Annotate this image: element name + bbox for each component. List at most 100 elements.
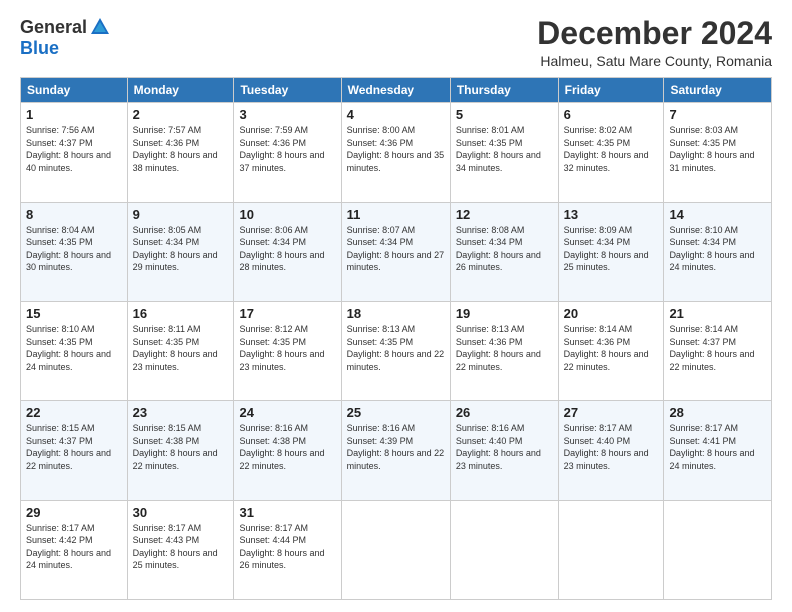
table-row: 21 Sunrise: 8:14 AM Sunset: 4:37 PM Dayl… xyxy=(664,301,772,400)
day-number: 15 xyxy=(26,306,122,321)
day-info: Sunrise: 8:17 AM Sunset: 4:42 PM Dayligh… xyxy=(26,522,122,572)
day-number: 7 xyxy=(669,107,766,122)
table-row: 4 Sunrise: 8:00 AM Sunset: 4:36 PM Dayli… xyxy=(341,103,450,202)
day-number: 18 xyxy=(347,306,445,321)
day-info: Sunrise: 8:07 AM Sunset: 4:34 PM Dayligh… xyxy=(347,224,445,274)
table-row: 8 Sunrise: 8:04 AM Sunset: 4:35 PM Dayli… xyxy=(21,202,128,301)
col-thursday: Thursday xyxy=(450,78,558,103)
logo: General Blue xyxy=(20,16,111,59)
calendar-week-row: 22 Sunrise: 8:15 AM Sunset: 4:37 PM Dayl… xyxy=(21,401,772,500)
day-info: Sunrise: 8:02 AM Sunset: 4:35 PM Dayligh… xyxy=(564,124,659,174)
logo-blue-text: Blue xyxy=(20,38,59,58)
day-number: 21 xyxy=(669,306,766,321)
table-row xyxy=(558,500,664,599)
table-row: 18 Sunrise: 8:13 AM Sunset: 4:35 PM Dayl… xyxy=(341,301,450,400)
day-info: Sunrise: 8:01 AM Sunset: 4:35 PM Dayligh… xyxy=(456,124,553,174)
col-tuesday: Tuesday xyxy=(234,78,341,103)
col-monday: Monday xyxy=(127,78,234,103)
day-info: Sunrise: 8:17 AM Sunset: 4:40 PM Dayligh… xyxy=(564,422,659,472)
day-info: Sunrise: 7:57 AM Sunset: 4:36 PM Dayligh… xyxy=(133,124,229,174)
day-info: Sunrise: 8:15 AM Sunset: 4:38 PM Dayligh… xyxy=(133,422,229,472)
day-number: 9 xyxy=(133,207,229,222)
table-row: 10 Sunrise: 8:06 AM Sunset: 4:34 PM Dayl… xyxy=(234,202,341,301)
table-row: 29 Sunrise: 8:17 AM Sunset: 4:42 PM Dayl… xyxy=(21,500,128,599)
day-info: Sunrise: 8:00 AM Sunset: 4:36 PM Dayligh… xyxy=(347,124,445,174)
calendar-table: Sunday Monday Tuesday Wednesday Thursday… xyxy=(20,77,772,600)
table-row: 3 Sunrise: 7:59 AM Sunset: 4:36 PM Dayli… xyxy=(234,103,341,202)
day-number: 27 xyxy=(564,405,659,420)
day-info: Sunrise: 8:10 AM Sunset: 4:35 PM Dayligh… xyxy=(26,323,122,373)
day-number: 16 xyxy=(133,306,229,321)
day-info: Sunrise: 8:08 AM Sunset: 4:34 PM Dayligh… xyxy=(456,224,553,274)
calendar-header-row: Sunday Monday Tuesday Wednesday Thursday… xyxy=(21,78,772,103)
day-info: Sunrise: 8:14 AM Sunset: 4:36 PM Dayligh… xyxy=(564,323,659,373)
day-info: Sunrise: 8:16 AM Sunset: 4:40 PM Dayligh… xyxy=(456,422,553,472)
day-info: Sunrise: 7:56 AM Sunset: 4:37 PM Dayligh… xyxy=(26,124,122,174)
day-info: Sunrise: 8:09 AM Sunset: 4:34 PM Dayligh… xyxy=(564,224,659,274)
day-number: 12 xyxy=(456,207,553,222)
day-info: Sunrise: 8:13 AM Sunset: 4:35 PM Dayligh… xyxy=(347,323,445,373)
day-number: 25 xyxy=(347,405,445,420)
table-row: 15 Sunrise: 8:10 AM Sunset: 4:35 PM Dayl… xyxy=(21,301,128,400)
day-info: Sunrise: 8:05 AM Sunset: 4:34 PM Dayligh… xyxy=(133,224,229,274)
table-row: 27 Sunrise: 8:17 AM Sunset: 4:40 PM Dayl… xyxy=(558,401,664,500)
table-row: 24 Sunrise: 8:16 AM Sunset: 4:38 PM Dayl… xyxy=(234,401,341,500)
day-number: 14 xyxy=(669,207,766,222)
day-number: 28 xyxy=(669,405,766,420)
day-number: 8 xyxy=(26,207,122,222)
table-row: 2 Sunrise: 7:57 AM Sunset: 4:36 PM Dayli… xyxy=(127,103,234,202)
day-number: 1 xyxy=(26,107,122,122)
day-number: 6 xyxy=(564,107,659,122)
table-row: 16 Sunrise: 8:11 AM Sunset: 4:35 PM Dayl… xyxy=(127,301,234,400)
day-number: 24 xyxy=(239,405,335,420)
table-row: 9 Sunrise: 8:05 AM Sunset: 4:34 PM Dayli… xyxy=(127,202,234,301)
day-info: Sunrise: 8:11 AM Sunset: 4:35 PM Dayligh… xyxy=(133,323,229,373)
day-number: 22 xyxy=(26,405,122,420)
logo-icon xyxy=(89,16,111,38)
location-title: Halmeu, Satu Mare County, Romania xyxy=(537,53,772,69)
table-row: 17 Sunrise: 8:12 AM Sunset: 4:35 PM Dayl… xyxy=(234,301,341,400)
table-row: 23 Sunrise: 8:15 AM Sunset: 4:38 PM Dayl… xyxy=(127,401,234,500)
col-sunday: Sunday xyxy=(21,78,128,103)
calendar-week-row: 15 Sunrise: 8:10 AM Sunset: 4:35 PM Dayl… xyxy=(21,301,772,400)
day-info: Sunrise: 8:12 AM Sunset: 4:35 PM Dayligh… xyxy=(239,323,335,373)
calendar-week-row: 1 Sunrise: 7:56 AM Sunset: 4:37 PM Dayli… xyxy=(21,103,772,202)
table-row: 31 Sunrise: 8:17 AM Sunset: 4:44 PM Dayl… xyxy=(234,500,341,599)
day-number: 19 xyxy=(456,306,553,321)
day-number: 5 xyxy=(456,107,553,122)
table-row: 26 Sunrise: 8:16 AM Sunset: 4:40 PM Dayl… xyxy=(450,401,558,500)
table-row: 19 Sunrise: 8:13 AM Sunset: 4:36 PM Dayl… xyxy=(450,301,558,400)
day-info: Sunrise: 8:13 AM Sunset: 4:36 PM Dayligh… xyxy=(456,323,553,373)
day-info: Sunrise: 7:59 AM Sunset: 4:36 PM Dayligh… xyxy=(239,124,335,174)
day-info: Sunrise: 8:17 AM Sunset: 4:41 PM Dayligh… xyxy=(669,422,766,472)
calendar-week-row: 8 Sunrise: 8:04 AM Sunset: 4:35 PM Dayli… xyxy=(21,202,772,301)
day-number: 2 xyxy=(133,107,229,122)
calendar-week-row: 29 Sunrise: 8:17 AM Sunset: 4:42 PM Dayl… xyxy=(21,500,772,599)
day-number: 10 xyxy=(239,207,335,222)
table-row: 28 Sunrise: 8:17 AM Sunset: 4:41 PM Dayl… xyxy=(664,401,772,500)
day-number: 29 xyxy=(26,505,122,520)
day-info: Sunrise: 8:16 AM Sunset: 4:39 PM Dayligh… xyxy=(347,422,445,472)
title-block: December 2024 Halmeu, Satu Mare County, … xyxy=(537,16,772,69)
day-info: Sunrise: 8:15 AM Sunset: 4:37 PM Dayligh… xyxy=(26,422,122,472)
day-info: Sunrise: 8:17 AM Sunset: 4:43 PM Dayligh… xyxy=(133,522,229,572)
day-number: 23 xyxy=(133,405,229,420)
table-row: 20 Sunrise: 8:14 AM Sunset: 4:36 PM Dayl… xyxy=(558,301,664,400)
table-row: 30 Sunrise: 8:17 AM Sunset: 4:43 PM Dayl… xyxy=(127,500,234,599)
table-row: 11 Sunrise: 8:07 AM Sunset: 4:34 PM Dayl… xyxy=(341,202,450,301)
table-row xyxy=(341,500,450,599)
day-info: Sunrise: 8:06 AM Sunset: 4:34 PM Dayligh… xyxy=(239,224,335,274)
logo-general-text: General xyxy=(20,17,87,38)
col-wednesday: Wednesday xyxy=(341,78,450,103)
table-row: 7 Sunrise: 8:03 AM Sunset: 4:35 PM Dayli… xyxy=(664,103,772,202)
table-row: 1 Sunrise: 7:56 AM Sunset: 4:37 PM Dayli… xyxy=(21,103,128,202)
day-number: 17 xyxy=(239,306,335,321)
table-row: 6 Sunrise: 8:02 AM Sunset: 4:35 PM Dayli… xyxy=(558,103,664,202)
table-row xyxy=(450,500,558,599)
page: General Blue December 2024 Halmeu, Satu … xyxy=(0,0,792,612)
table-row: 25 Sunrise: 8:16 AM Sunset: 4:39 PM Dayl… xyxy=(341,401,450,500)
day-number: 4 xyxy=(347,107,445,122)
day-info: Sunrise: 8:03 AM Sunset: 4:35 PM Dayligh… xyxy=(669,124,766,174)
col-friday: Friday xyxy=(558,78,664,103)
col-saturday: Saturday xyxy=(664,78,772,103)
